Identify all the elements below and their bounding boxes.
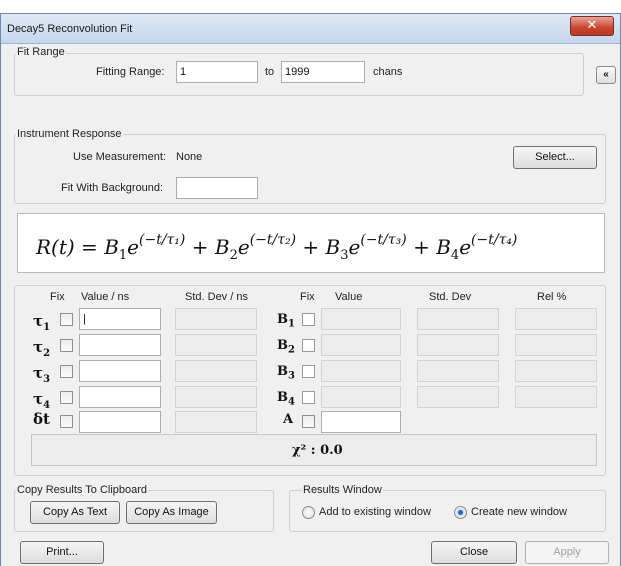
tau-1-std-dev	[175, 308, 257, 330]
close-window-button[interactable]: ✕	[570, 16, 614, 36]
a-value-input[interactable]	[321, 411, 401, 433]
results-window-group-label: Results Window	[302, 484, 383, 496]
tau-2-std-dev	[175, 334, 257, 356]
create-new-window-radio[interactable]	[454, 506, 467, 519]
b-1-fix-checkbox[interactable]	[302, 313, 315, 326]
b-4-fix-checkbox[interactable]	[302, 391, 315, 404]
formula-term-1: B	[103, 235, 119, 259]
decay-formula: R(t) = B1e(−t/τ₁) + B2e(−t/τ₂) + B3e(−t/…	[35, 232, 517, 263]
tau-1-fix-checkbox[interactable]	[60, 313, 73, 326]
tau-3-fix-checkbox[interactable]	[60, 365, 73, 378]
instrument-response-group-label: Instrument Response	[16, 128, 123, 140]
tau-1-value-input[interactable]: |	[79, 308, 161, 330]
b-3-value	[321, 360, 401, 382]
print-button[interactable]: Print...	[20, 541, 104, 564]
copy-as-image-button[interactable]: Copy As Image	[126, 501, 217, 524]
tau-3-value-input[interactable]	[79, 360, 161, 382]
tau-1-symbol: τ1	[33, 312, 51, 333]
collapse-chevron-icon[interactable]: «	[596, 66, 616, 84]
title-bar[interactable]: Decay5 Reconvolution Fit ✕	[1, 14, 620, 44]
tau-4-value-input[interactable]	[79, 386, 161, 408]
b-2-std-dev	[417, 334, 499, 356]
b-4-symbol: B4	[277, 390, 295, 408]
b-2-fix-checkbox[interactable]	[302, 339, 315, 352]
b-1-rel-percent	[515, 308, 597, 330]
chi-squared-panel: χ² : 0.0	[31, 434, 597, 466]
fitting-range-label: Fitting Range:	[96, 66, 165, 78]
b-2-symbol: B2	[277, 338, 295, 356]
formula-exp-1: (−t/τ₁)	[139, 232, 185, 248]
b-4-std-dev	[417, 386, 499, 408]
tau-4-symbol: τ4	[33, 390, 51, 411]
b-1-std-dev	[417, 308, 499, 330]
tau-2-symbol: τ2	[33, 338, 51, 359]
chi-squared-value: χ² : 0.0	[292, 443, 343, 458]
create-new-window-label[interactable]: Create new window	[471, 506, 567, 518]
formula-sub-b1: 1	[119, 248, 127, 263]
close-button[interactable]: Close	[431, 541, 517, 564]
select-button[interactable]: Select...	[513, 146, 597, 169]
add-to-existing-label[interactable]: Add to existing window	[319, 506, 431, 518]
use-measurement-value: None	[176, 151, 203, 163]
delta-t-value-input[interactable]	[79, 411, 161, 433]
fit-with-background-input[interactable]	[176, 177, 258, 199]
header-std-dev: Std. Dev	[429, 291, 472, 303]
b-3-fix-checkbox[interactable]	[302, 365, 315, 378]
b-1-symbol: B1	[277, 312, 295, 330]
b-3-std-dev	[417, 360, 499, 382]
add-to-existing-radio[interactable]	[302, 506, 315, 519]
tau-2-fix-checkbox[interactable]	[60, 339, 73, 352]
apply-button[interactable]: Apply	[525, 541, 609, 564]
fit-range-group-label: Fit Range	[16, 46, 66, 58]
header-fix-b: Fix	[300, 291, 315, 303]
tau-4-std-dev	[175, 386, 257, 408]
formula-lhs: R(t) =	[35, 235, 104, 259]
reconvolution-fit-dialog: Decay5 Reconvolution Fit ✕ Fit Range Fit…	[0, 13, 621, 566]
b-3-symbol: B3	[277, 364, 295, 382]
delta-t-fix-checkbox[interactable]	[60, 415, 73, 428]
b-2-rel-percent	[515, 334, 597, 356]
header-value: Value	[335, 291, 363, 303]
fitting-range-from-input[interactable]: 1	[176, 61, 258, 83]
b-1-value	[321, 308, 401, 330]
header-rel-percent: Rel %	[537, 291, 567, 303]
a-symbol: A	[283, 412, 294, 427]
use-measurement-label: Use Measurement:	[73, 151, 166, 163]
b-2-value	[321, 334, 401, 356]
b-4-rel-percent	[515, 386, 597, 408]
fit-with-background-label: Fit With Background:	[61, 182, 164, 194]
chans-units-label: chans	[373, 66, 403, 78]
copy-as-text-button[interactable]: Copy As Text	[30, 501, 120, 524]
b-3-rel-percent	[515, 360, 597, 382]
header-value-ns: Value / ns	[81, 291, 130, 303]
delta-t-std-dev	[175, 411, 257, 433]
to-label: to	[265, 66, 275, 78]
a-fix-checkbox[interactable]	[302, 415, 315, 428]
tau-4-fix-checkbox[interactable]	[60, 391, 73, 404]
tau-3-symbol: τ3	[33, 364, 51, 385]
tau-2-value-input[interactable]	[79, 334, 161, 356]
dialog-body: Fit Range Fitting Range: 1 to 1999 chans…	[1, 45, 620, 566]
header-fix-tau: Fix	[50, 291, 65, 303]
delta-t-symbol: δt	[33, 410, 50, 428]
header-std-dev-ns: Std. Dev / ns	[185, 291, 248, 303]
formula-text: R(t) = B1e(−t/τ₁) + B2e(−t/τ₂) + B3e(−t/…	[35, 232, 517, 263]
copy-results-group-label: Copy Results To Clipboard	[16, 484, 149, 496]
fitting-range-to-input[interactable]: 1999	[281, 61, 365, 83]
window-title: Decay5 Reconvolution Fit	[7, 23, 133, 35]
b-4-value	[321, 386, 401, 408]
decay-formula-display: R(t) = B1e(−t/τ₁) + B2e(−t/τ₂) + B3e(−t/…	[17, 213, 605, 273]
tau-3-std-dev	[175, 360, 257, 382]
